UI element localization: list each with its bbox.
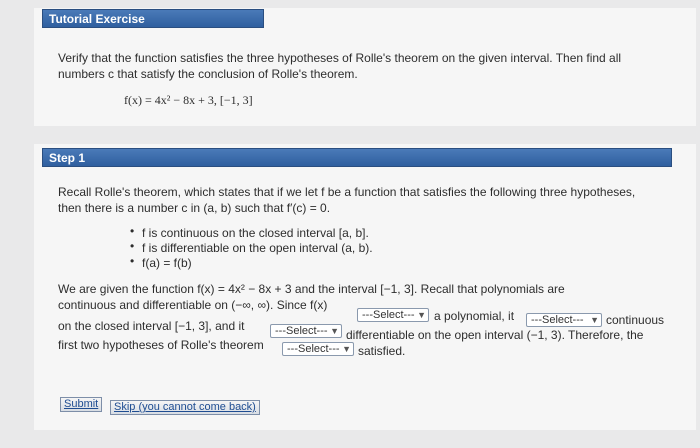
bullet-1: • bbox=[130, 224, 135, 238]
chevron-down-icon: ▼ bbox=[590, 315, 599, 325]
select-value: ---Select--- bbox=[362, 309, 415, 321]
bullet-3: • bbox=[130, 254, 135, 268]
paragraph-line1: We are given the function f(x) = 4x² − 8… bbox=[58, 282, 565, 296]
paragraph-line4b: satisfied. bbox=[358, 344, 406, 358]
paragraph-line4a: first two hypotheses of Rolle's theorem bbox=[58, 338, 264, 352]
hypothesis-3: f(a) = f(b) bbox=[142, 256, 192, 270]
select-value: ---Select--- bbox=[531, 314, 584, 326]
chevron-down-icon: ▼ bbox=[330, 326, 339, 336]
paragraph-line3b: differentiable on the open interval (−1,… bbox=[346, 328, 644, 342]
select-are-satisfied[interactable]: ---Select--- ▼ bbox=[282, 342, 354, 356]
paragraph-line2b: a polynomial, it bbox=[434, 309, 515, 323]
select-is-continuous[interactable]: ---Select--- ▼ bbox=[526, 313, 602, 327]
select-value: ---Select--- bbox=[275, 325, 328, 337]
paragraph-line2c: continuous bbox=[606, 313, 665, 327]
paragraph-line2a: continuous and differentiable on (−∞, ∞)… bbox=[58, 298, 328, 312]
hypothesis-2: f is differentiable on the open interval… bbox=[142, 241, 373, 255]
function-expression: f(x) = 4x² − 8x + 3, [−1, 3] bbox=[124, 93, 253, 107]
recall-line1: Recall Rolle's theorem, which states tha… bbox=[58, 185, 636, 199]
recall-line2: then there is a number c in (a, b) such … bbox=[58, 201, 331, 215]
prompt-line2: numbers c that satisfy the conclusion of… bbox=[58, 67, 358, 81]
tutorial-header: Tutorial Exercise bbox=[42, 9, 264, 28]
submit-button[interactable]: Submit bbox=[60, 397, 103, 412]
skip-button[interactable]: Skip (you cannot come back) bbox=[110, 400, 260, 415]
prompt-line1: Verify that the function satisfies the t… bbox=[58, 51, 622, 65]
select-is-differentiable[interactable]: ---Select--- ▼ bbox=[270, 324, 342, 338]
chevron-down-icon: ▼ bbox=[417, 310, 426, 320]
paragraph-line3a: on the closed interval [−1, 3], and it bbox=[58, 319, 245, 333]
bullet-2: • bbox=[130, 239, 135, 253]
hypothesis-1: f is continuous on the closed interval [… bbox=[142, 226, 369, 240]
chevron-down-icon: ▼ bbox=[342, 344, 351, 354]
step-header: Step 1 bbox=[42, 148, 672, 167]
select-is-polynomial[interactable]: ---Select--- ▼ bbox=[357, 308, 429, 322]
select-value: ---Select--- bbox=[287, 343, 340, 355]
